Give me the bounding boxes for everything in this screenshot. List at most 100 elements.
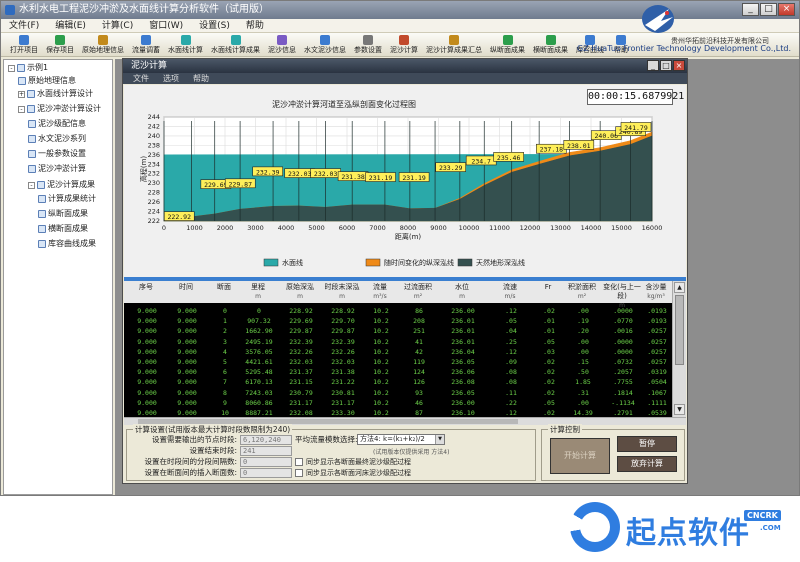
- insert-section-input[interactable]: 0: [240, 468, 292, 478]
- table-row[interactable]: 9.000 9.000 10 8887.21 232.08 233.30 10.2 87 236…: [124, 408, 672, 417]
- tree-item-5[interactable]: 水文泥沙系列: [28, 133, 86, 145]
- scroll-down-icon[interactable]: ▼: [674, 404, 685, 415]
- menu-window[interactable]: 窗口(W): [149, 19, 183, 32]
- checkbox-final-gradation[interactable]: 同步显示各断面最终泥沙级配过程: [295, 457, 411, 467]
- table-cell: 93: [415, 388, 423, 397]
- table-row[interactable]: 9.000 9.000 1 907.32 229.69 229.70 10.2 208 236.…: [124, 316, 672, 326]
- column-header-4[interactable]: 原始深泓 m: [280, 283, 320, 301]
- toolbar-button-1[interactable]: 保存项目: [43, 35, 77, 55]
- table-row[interactable]: 9.000 9.000 2 1662.90 229.87 229.87 10.2 251 236…: [124, 326, 672, 336]
- toolbar-button-11[interactable]: 纵断面成果: [487, 35, 528, 55]
- y-tick-label: 238: [148, 141, 160, 149]
- start-calc-button[interactable]: 开始计算: [550, 438, 610, 474]
- table-cell: 230.81: [331, 388, 355, 397]
- output-node-input[interactable]: 6,120,240: [240, 435, 292, 445]
- tree-item-0[interactable]: - 示例1: [8, 62, 48, 74]
- column-header-13[interactable]: 含沙量 kg/m³: [636, 283, 676, 301]
- avg-flow-select[interactable]: 方法4: k=(k₁+k₂)/2 ▼: [357, 434, 445, 445]
- child-minimize-button[interactable]: _: [647, 60, 659, 71]
- column-header-label: 含沙量: [645, 283, 667, 291]
- collapse-icon[interactable]: -: [8, 64, 15, 72]
- collapse-icon[interactable]: -: [28, 181, 35, 189]
- table-cell: 232.39: [289, 337, 313, 346]
- toolbar-button-4[interactable]: 水面线计算: [165, 35, 206, 55]
- toolbar-label: 流量调蓄: [132, 46, 160, 54]
- child-close-button[interactable]: ×: [673, 60, 685, 71]
- period-interval-input[interactable]: 0: [240, 457, 292, 467]
- table-row[interactable]: 9.000 9.000 4 3576.05 232.26 232.26 10.2 42 236.…: [124, 347, 672, 357]
- table-cell: 236.05: [451, 388, 475, 397]
- menu-calc[interactable]: 计算(C): [102, 19, 133, 32]
- tree-item-3[interactable]: - 泥沙冲淤计算设计: [18, 103, 101, 115]
- toolbar-button-6[interactable]: 泥沙信息: [265, 35, 299, 55]
- table-row[interactable]: 9.000 9.000 5 4421.61 232.03 232.03 10.2 119 236…: [124, 357, 672, 367]
- table-cell: 236.08: [451, 378, 475, 387]
- toolbar-button-2[interactable]: 原始地理信息: [79, 35, 127, 55]
- menu-edit[interactable]: 编辑(E): [55, 19, 86, 32]
- column-header-8[interactable]: 水位 m: [442, 283, 482, 301]
- collapse-icon[interactable]: -: [18, 105, 25, 113]
- column-header-11[interactable]: 积淤面积 m²: [562, 283, 602, 301]
- tree-item-12[interactable]: 库容曲线成果: [38, 238, 96, 250]
- column-header-5[interactable]: 时段末深泓 m: [322, 283, 362, 301]
- checkbox-bed-gradation[interactable]: 同步显示各断面河床泥沙级配过程: [295, 468, 411, 478]
- abort-calc-button[interactable]: 放弃计算: [617, 456, 677, 472]
- data-label: 235.46: [497, 154, 521, 162]
- toolbar-button-7[interactable]: 水文泥沙信息: [301, 35, 349, 55]
- tree-item-9[interactable]: 计算成果统计: [38, 193, 96, 205]
- scroll-up-icon[interactable]: ▲: [674, 282, 685, 293]
- child-menu-help[interactable]: 帮助: [193, 73, 209, 84]
- table-cell: 232.26: [331, 347, 355, 356]
- scroll-thumb[interactable]: [675, 295, 684, 365]
- column-header-3[interactable]: 里程 m: [238, 283, 278, 301]
- table-vertical-scrollbar[interactable]: ▲ ▼: [672, 281, 686, 417]
- tree-item-label: 泥沙冲淤计算设计: [37, 104, 101, 113]
- toolbar-button-10[interactable]: 泥沙计算成果汇总: [423, 35, 485, 55]
- menu-file[interactable]: 文件(F): [9, 19, 39, 32]
- table-row[interactable]: 9.000 9.000 7 6170.13 231.15 231.22 10.2 126 236…: [124, 377, 672, 387]
- column-header-9[interactable]: 流速 m/s: [490, 283, 530, 301]
- tree-item-6[interactable]: 一般参数设置: [28, 148, 86, 160]
- toolbar-button-0[interactable]: 打开项目: [7, 35, 41, 55]
- tree-item-4[interactable]: 泥沙级配信息: [28, 118, 86, 130]
- checkbox-box[interactable]: [295, 469, 303, 477]
- end-period-input[interactable]: 241: [240, 446, 292, 456]
- app-icon: [5, 5, 15, 15]
- table-row[interactable]: 9.000 9.000 0 0 228.92 228.92 10.2 86 236.00.12.…: [124, 306, 672, 316]
- toolbar-button-3[interactable]: 流量调蓄: [129, 35, 163, 55]
- column-header-label: 原始深泓: [286, 283, 314, 291]
- x-tick-label: 0: [162, 224, 166, 232]
- menu-help[interactable]: 帮助: [246, 19, 264, 32]
- checkbox-box[interactable]: [295, 458, 303, 466]
- pause-button[interactable]: 暂停: [617, 436, 677, 452]
- toolbar-button-9[interactable]: 泥沙计算: [387, 35, 421, 55]
- column-header-7[interactable]: 过流面积 m²: [398, 283, 438, 301]
- table-row[interactable]: 9.000 9.000 6 5295.48 231.37 231.38 10.2 124 236…: [124, 367, 672, 377]
- expand-icon[interactable]: +: [18, 90, 25, 98]
- child-menu-options[interactable]: 选项: [163, 73, 179, 84]
- tree-item-2[interactable]: + 水面线计算设计: [18, 88, 93, 100]
- column-header-6[interactable]: 流量 m³/s: [360, 283, 400, 301]
- column-header-1[interactable]: 时间: [166, 283, 206, 292]
- table-row[interactable]: 9.000 9.000 9 8060.86 231.17 231.17 10.2 46 236.…: [124, 398, 672, 408]
- table-cell: 9.000: [137, 327, 157, 336]
- toolbar-button-5[interactable]: 水面线计算成果: [208, 35, 263, 55]
- menu-settings[interactable]: 设置(S): [199, 19, 230, 32]
- tree-item-1[interactable]: 原始地理信息: [18, 75, 76, 87]
- column-header-0[interactable]: 序号: [126, 283, 166, 292]
- table-cell: 232.03: [331, 358, 355, 366]
- toolbar-button-8[interactable]: 参数设置: [351, 35, 385, 55]
- dropdown-arrow-icon[interactable]: ▼: [435, 435, 444, 444]
- table-row[interactable]: 9.000 9.000 3 2495.19 232.39 232.39 10.2 41 236.…: [124, 337, 672, 347]
- tree-item-label: 原始地理信息: [28, 76, 76, 85]
- tree-item-7[interactable]: 泥沙冲淤计算: [28, 163, 86, 175]
- child-menu-file[interactable]: 文件: [133, 73, 149, 84]
- toolbar-label: 泥沙计算: [390, 46, 418, 54]
- tree-item-11[interactable]: 横断面成果: [38, 223, 88, 235]
- x-tick-label: 6000: [339, 224, 356, 232]
- tree-item-10[interactable]: 纵断面成果: [38, 208, 88, 220]
- table-row[interactable]: 9.000 9.000 8 7243.03 230.79 230.81 10.2 93 236.…: [124, 388, 672, 398]
- table-cell: 86: [415, 307, 423, 315]
- tree-item-8[interactable]: - 泥沙计算成果: [28, 179, 95, 191]
- child-maximize-button[interactable]: □: [660, 60, 672, 71]
